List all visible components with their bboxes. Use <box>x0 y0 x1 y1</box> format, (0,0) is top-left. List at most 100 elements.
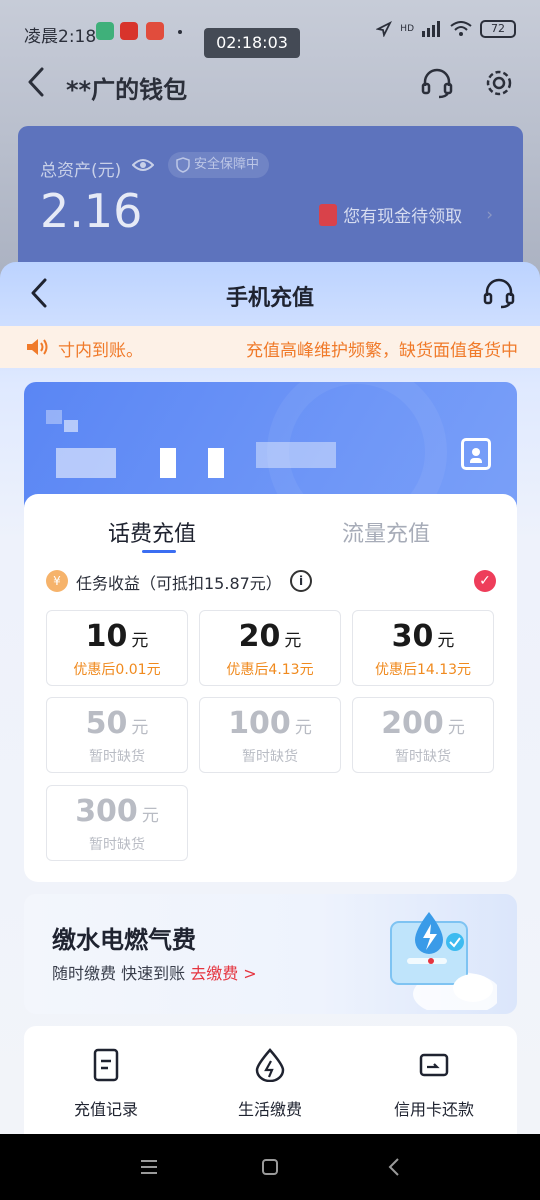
speaker-icon <box>27 339 48 355</box>
amount-tile-50[interactable]: 50 元 暂时缺货 <box>46 697 188 773</box>
document-icon <box>93 1048 119 1082</box>
network-type-label: HD <box>400 24 414 34</box>
shield-icon <box>176 157 190 173</box>
contact-book-icon[interactable] <box>461 438 491 470</box>
customer-service-icon[interactable] <box>482 276 516 310</box>
info-icon[interactable]: i <box>290 570 312 592</box>
back-nav-icon[interactable] <box>380 1154 410 1180</box>
signal-icon <box>422 21 440 37</box>
masked-phone-number <box>56 448 116 478</box>
masked-phone-number <box>160 448 176 478</box>
tile-discount: 优惠后0.01元 <box>73 662 161 678</box>
system-nav-bar <box>0 1134 540 1200</box>
chevron-right-icon: › <box>486 204 493 225</box>
tile-stock-status: 暂时缺货 <box>242 749 298 765</box>
cash-notice-label: 您有现金待领取 <box>343 207 463 227</box>
notice-banner: 寸内到账。 充值高峰维护频繁，缺货面值备货中 <box>0 326 540 368</box>
more-notifications-dot <box>178 30 182 34</box>
pay-now-link[interactable]: 去缴费 > <box>190 964 257 983</box>
tile-unit: 元 <box>447 718 465 738</box>
amount-tile-20[interactable]: 20 元 优惠后4.13元 <box>199 610 341 686</box>
checkmark-icon[interactable]: ✓ <box>474 570 496 592</box>
tile-unit: 元 <box>131 718 149 738</box>
utility-title: 缴水电燃气费 <box>52 926 196 954</box>
amount-tile-30[interactable]: 30 元 优惠后14.13元 <box>352 610 494 686</box>
quick-action-label: 生活缴费 <box>237 1100 302 1119</box>
asset-label: 总资产(元) <box>40 161 122 181</box>
secure-badge: 安全保障中 <box>168 152 270 178</box>
tile-amount: 10 <box>85 619 128 654</box>
status-bar: 凌晨2:18 02:18:03 HD 72 <box>0 0 540 60</box>
tile-unit: 元 <box>141 806 159 826</box>
home-icon[interactable] <box>255 1154 285 1180</box>
tile-amount: 300 <box>75 794 138 829</box>
notice-text-right: 充值高峰维护频繁，缺货面值备货中 <box>246 341 518 361</box>
tile-stock-status: 暂时缺货 <box>89 749 145 765</box>
tile-stock-status: 暂时缺货 <box>89 837 145 853</box>
phone-recharge-sheet: 手机充值 寸内到账。 充值高峰维护频繁，缺货面值备货中 话费充值 流量充值 ¥ … <box>0 262 540 1134</box>
credit-card-icon <box>419 1053 449 1077</box>
tile-amount: 200 <box>381 706 444 741</box>
quick-action-credit-card[interactable]: 信用卡还款 <box>374 1048 494 1120</box>
tile-discount: 优惠后4.13元 <box>226 662 314 678</box>
tile-unit: 元 <box>294 718 312 738</box>
amount-tile-300[interactable]: 300 元 暂时缺货 <box>46 785 188 861</box>
lightning-icon <box>255 1048 285 1082</box>
cash-notice[interactable]: 您有现金待领取 › <box>319 202 493 227</box>
status-time: 凌晨2:18 <box>24 27 97 47</box>
tab-phone-credit[interactable]: 话费充值 <box>108 516 196 548</box>
utility-bill-card[interactable]: 缴水电燃气费 随时缴费 快速到账 去缴费 > <box>24 894 517 1014</box>
quick-action-label: 信用卡还款 <box>393 1100 474 1119</box>
wallet-title: **广的钱包 <box>66 76 188 104</box>
recharge-panel: 话费充值 流量充值 ¥ 任务收益（可抵扣15.87元） i ✓ 10 元 优惠后0… <box>24 494 517 882</box>
tile-amount: 20 <box>238 619 281 654</box>
amount-tile-200[interactable]: 200 元 暂时缺货 <box>352 697 494 773</box>
tile-amount: 100 <box>228 706 291 741</box>
notice-text-left: 寸内到账。 <box>58 341 143 361</box>
wallet-header: **广的钱包 <box>0 60 540 120</box>
headset-icon[interactable] <box>420 66 454 100</box>
eye-icon[interactable] <box>132 156 154 174</box>
clock-overlay: 02:18:03 <box>204 28 300 58</box>
wallet-back-icon[interactable] <box>26 66 46 98</box>
asset-value: 2.16 <box>40 184 143 238</box>
tab-data-plan[interactable]: 流量充值 <box>342 516 430 548</box>
task-reward-label: 任务收益（可抵扣15.87元） <box>76 574 282 593</box>
masked-text-block <box>46 410 62 424</box>
app-notification-icon-2 <box>146 22 164 40</box>
tile-unit: 元 <box>437 631 455 651</box>
red-packet-icon <box>319 203 338 226</box>
gear-icon[interactable] <box>482 66 516 100</box>
tile-amount: 30 <box>391 619 434 654</box>
task-reward-row[interactable]: ¥ 任务收益（可抵扣15.87元） i ✓ <box>46 568 496 594</box>
quick-actions-card: 充值记录 生活缴费 信用卡还款 <box>24 1026 517 1134</box>
status-right: HD 72 <box>376 20 516 38</box>
wifi-icon <box>450 21 472 36</box>
tile-unit: 元 <box>284 631 302 651</box>
tile-amount: 50 <box>85 706 128 741</box>
utility-subtitle: 随时缴费 快速到账 去缴费 > <box>52 960 257 984</box>
sheet-title: 手机充值 <box>225 286 314 311</box>
masked-phone-number <box>256 442 336 468</box>
sheet-header: 手机充值 <box>0 262 540 326</box>
quick-action-label: 充值记录 <box>73 1100 138 1119</box>
masked-phone-number <box>208 448 224 478</box>
quick-action-life-pay[interactable]: 生活缴费 <box>210 1048 330 1120</box>
menu-icon[interactable] <box>134 1154 164 1180</box>
utility-subtitle-text: 随时缴费 快速到账 <box>52 964 186 983</box>
active-tab-indicator <box>142 550 176 553</box>
amount-tile-100[interactable]: 100 元 暂时缺货 <box>199 697 341 773</box>
utility-illustration-icon <box>390 912 497 1010</box>
app-notification-icon <box>120 22 138 40</box>
masked-text-block <box>64 420 78 432</box>
quick-action-records[interactable]: 充值记录 <box>46 1048 166 1120</box>
secure-badge-label: 安全保障中 <box>194 157 260 172</box>
tile-stock-status: 暂时缺货 <box>395 749 451 765</box>
telegram-app-icon <box>96 22 114 40</box>
tile-unit: 元 <box>131 631 149 651</box>
amount-tile-10[interactable]: 10 元 优惠后0.01元 <box>46 610 188 686</box>
tile-discount: 优惠后14.13元 <box>374 662 472 678</box>
asset-card[interactable]: 总资产(元) 安全保障中 2.16 您有现金待领取 › <box>18 126 523 276</box>
coin-icon: ¥ <box>46 570 68 592</box>
location-icon <box>376 21 393 37</box>
